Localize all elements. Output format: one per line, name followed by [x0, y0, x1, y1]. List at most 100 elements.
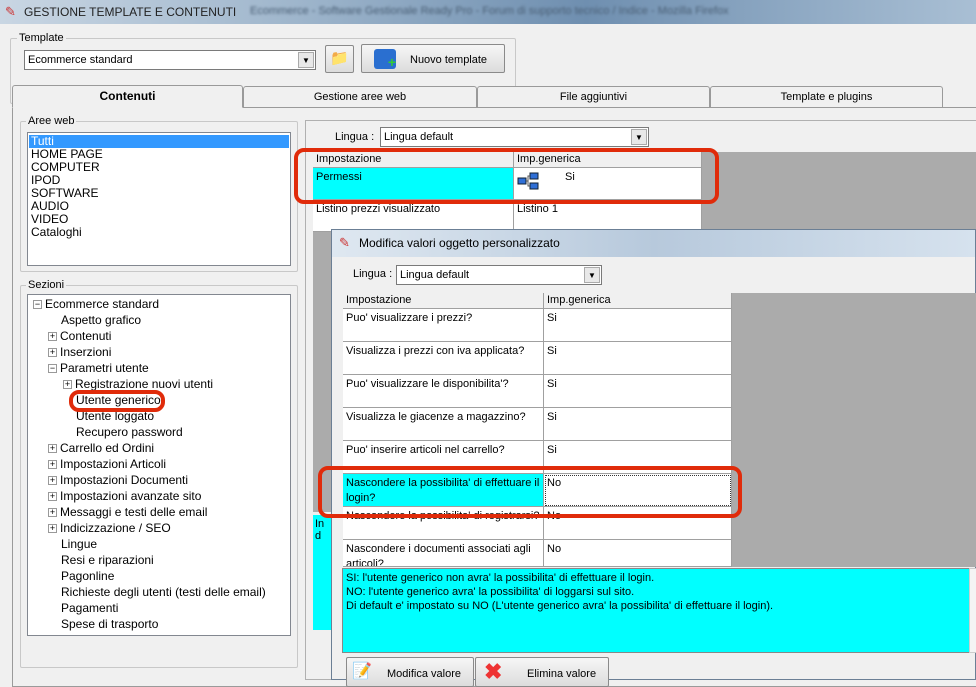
expand-icon[interactable]: +: [48, 460, 57, 469]
dialog-row-value[interactable]: Si: [544, 375, 732, 408]
dialog-row-value[interactable]: Si: [544, 309, 732, 342]
tree-item[interactable]: + Registrazione nuovi utenti: [63, 377, 213, 391]
expand-icon[interactable]: +: [63, 380, 72, 389]
expand-icon[interactable]: +: [48, 476, 57, 485]
tree-item[interactable]: − Parametri utente: [48, 361, 149, 375]
dialog-row-value[interactable]: Si: [544, 342, 732, 375]
dialog-title: Modifica valori oggetto personalizzato: [359, 236, 560, 250]
dialog-row-name[interactable]: Puo' visualizzare i prezzi?: [343, 309, 544, 342]
dialog-column-header-imp-generica[interactable]: Imp.generica: [544, 293, 732, 309]
dialog-row-name[interactable]: Puo' visualizzare le disponibilita'?: [343, 375, 544, 408]
tree-item[interactable]: Aspetto grafico: [61, 313, 141, 327]
tree-item[interactable]: + Messaggi e testi delle email: [48, 505, 207, 519]
tree-item[interactable]: Pagamenti: [61, 601, 118, 615]
chevron-down-icon: ▼: [631, 129, 647, 145]
dialog-title-bar: ✎ Modifica valori oggetto personalizzato: [332, 230, 975, 257]
edit-values-dialog: ✎ Modifica valori oggetto personalizzato…: [331, 229, 976, 687]
dialog-lingua-select[interactable]: Lingua default ▼: [396, 265, 602, 285]
dialog-lingua-value: Lingua default: [400, 269, 470, 281]
tree-item-label: Ecommerce standard: [45, 297, 160, 311]
expand-icon[interactable]: +: [48, 444, 57, 453]
tree-item-label: Recupero password: [76, 425, 183, 439]
tree-item[interactable]: + Impostazioni avanzate sito: [48, 489, 201, 503]
dialog-row-value[interactable]: Si: [544, 408, 732, 441]
tree-item-label: Richieste degli utenti (testi delle emai…: [61, 585, 266, 599]
new-template-button[interactable]: + Nuovo template: [361, 44, 505, 73]
tree-item[interactable]: Spese di trasporto: [61, 617, 158, 631]
tree-item-label: Aspetto grafico: [61, 313, 142, 327]
delete-value-label: Elimina valore: [527, 668, 597, 680]
tab-gestione-aree-web[interactable]: Gestione aree web: [243, 86, 477, 107]
highlight-permessi: [294, 148, 719, 204]
tab-contenuti[interactable]: Contenuti: [12, 85, 243, 108]
delete-x-icon: ✖: [484, 659, 503, 684]
tab-template-plugins[interactable]: Template e plugins: [710, 86, 943, 107]
tree-item[interactable]: + Impostazioni Documenti: [48, 473, 188, 487]
dialog-row-name[interactable]: Visualizza i prezzi con iva applicata?: [343, 342, 544, 375]
lingua-label: Lingua :: [335, 131, 375, 143]
app-icon: ✎: [339, 235, 350, 250]
description-line: SI: l'utente generico non avra' la possi…: [346, 572, 655, 584]
tree-item-label: Spese di trasporto: [61, 617, 159, 631]
dialog-row-name[interactable]: Nascondere i documenti associati agli ar…: [343, 540, 544, 567]
edit-pencil-icon: 📝: [352, 663, 372, 680]
row-listino-name[interactable]: Listino prezzi visualizzato: [313, 200, 514, 232]
new-template-label: Nuovo template: [410, 54, 488, 66]
tree-item-label: Indicizzazione / SEO: [60, 521, 171, 535]
tree-item[interactable]: Recupero password: [76, 425, 183, 439]
tree-item[interactable]: Pagonline: [61, 569, 114, 583]
tree-item-label: Contenuti: [60, 329, 112, 343]
description-scrollbar[interactable]: [969, 568, 976, 653]
expand-icon[interactable]: +: [48, 332, 57, 341]
modify-value-label: Modifica valore: [387, 668, 461, 680]
template-group-label: Template: [17, 32, 66, 44]
background-window-title: Ecommerce - Software Gestionale Ready Pr…: [250, 5, 729, 17]
tree-item[interactable]: + Impostazioni Articoli: [48, 457, 166, 471]
lingua-value: Lingua default: [384, 131, 454, 143]
lingua-select[interactable]: Lingua default ▼: [380, 127, 649, 147]
dialog-description: SI: l'utente generico non avra' la possi…: [342, 568, 970, 653]
tree-item[interactable]: Lingue: [61, 537, 97, 551]
collapse-icon[interactable]: −: [33, 300, 42, 309]
collapse-icon[interactable]: −: [48, 364, 57, 373]
expand-icon[interactable]: +: [48, 508, 57, 517]
row-listino-value[interactable]: Listino 1: [514, 200, 702, 232]
tree-item[interactable]: + Carrello ed Ordini: [48, 441, 154, 455]
tree-item-label: Parametri utente: [60, 361, 149, 375]
template-select[interactable]: Ecommerce standard ▼: [24, 50, 316, 70]
tree-item[interactable]: Resi e riparazioni: [61, 553, 154, 567]
folder-icon: 📁: [330, 50, 349, 67]
tree-item[interactable]: Richieste degli utenti (testi delle emai…: [61, 585, 266, 599]
dialog-lingua-label: Lingua :: [353, 268, 393, 280]
sezioni-tree[interactable]: − Ecommerce standard Aspetto grafico + Conte…: [27, 294, 291, 636]
chevron-down-icon: ▼: [298, 52, 314, 68]
expand-icon[interactable]: +: [48, 492, 57, 501]
dialog-row-name[interactable]: Visualizza le giacenze a magazzino?: [343, 408, 544, 441]
tab-file-aggiuntivi[interactable]: File aggiuntivi: [477, 86, 710, 107]
expand-icon[interactable]: +: [48, 348, 57, 357]
tree-item-label: Registrazione nuovi utenti: [75, 377, 214, 391]
tree-item-label: Pagamenti: [61, 601, 119, 615]
title-bar: ✎ GESTIONE TEMPLATE E CONTENUTI Ecommerc…: [0, 0, 976, 24]
window-title: GESTIONE TEMPLATE E CONTENUTI: [24, 5, 237, 19]
expand-icon[interactable]: +: [48, 524, 57, 533]
dialog-column-header-impostazione[interactable]: Impostazione: [343, 293, 544, 309]
tree-item[interactable]: + Indicizzazione / SEO: [48, 521, 171, 535]
aree-web-item[interactable]: Cataloghi: [31, 226, 82, 239]
chevron-down-icon: ▼: [584, 267, 600, 283]
tree-item[interactable]: − Ecommerce standard: [33, 297, 159, 311]
dialog-row-value[interactable]: No: [544, 540, 732, 567]
tree-item-label: Carrello ed Ordini: [60, 441, 155, 455]
tree-item-label: Impostazioni avanzate sito: [60, 489, 202, 503]
new-template-icon: +: [374, 49, 396, 70]
tree-item-label: Impostazioni Documenti: [60, 473, 189, 487]
tree-item-label: Pagonline: [61, 569, 115, 583]
tree-item[interactable]: + Inserzioni: [48, 345, 111, 359]
modify-value-button[interactable]: 📝 Modifica valore: [346, 657, 474, 687]
tree-item[interactable]: + Contenuti: [48, 329, 111, 343]
aree-web-list[interactable]: Tutti HOME PAGE COMPUTER IPOD SOFTWARE AUDIO V…: [27, 132, 291, 266]
delete-value-button[interactable]: ✖ Elimina valore: [475, 657, 609, 687]
template-select-value: Ecommerce standard: [28, 54, 133, 66]
description-line: Di default e' impostato su NO (L'utente …: [346, 600, 774, 612]
open-folder-button[interactable]: 📁: [325, 45, 354, 73]
